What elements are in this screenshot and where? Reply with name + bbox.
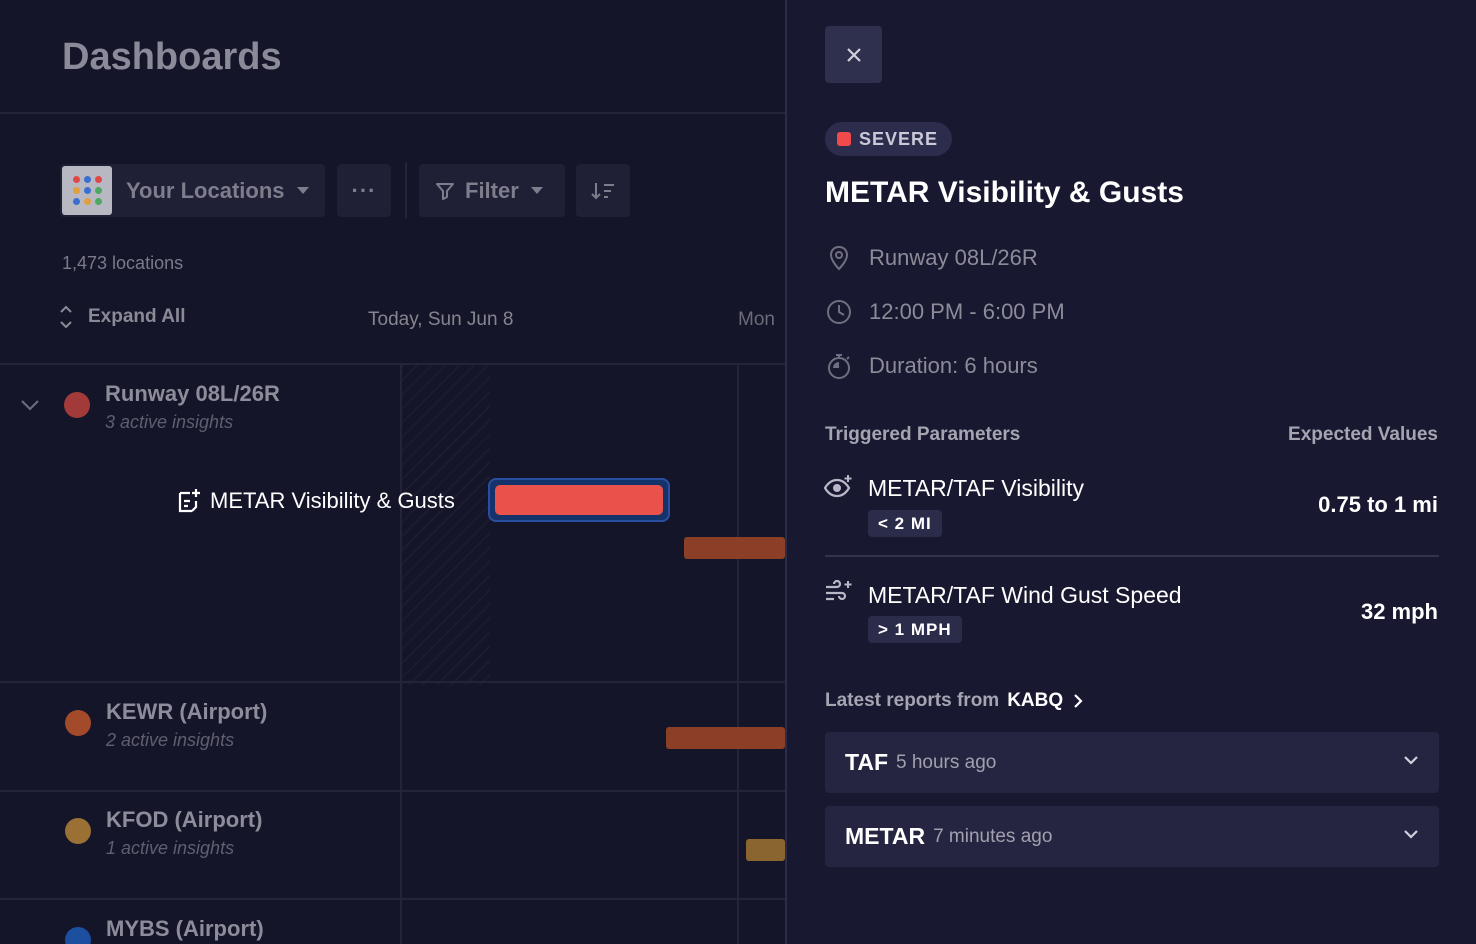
caret-down-icon: [530, 187, 543, 194]
insight-title: METAR Visibility & Gusts: [825, 176, 1184, 209]
insight-bar-fill: [495, 485, 663, 515]
your-locations-dropdown[interactable]: Your Locations: [60, 164, 325, 217]
severity-dot: [65, 818, 91, 844]
chevron-down-icon: [1404, 830, 1418, 839]
location-count: 1,473 locations: [62, 253, 184, 273]
expected-values-header: Expected Values: [1288, 424, 1438, 445]
parameter-name: METAR/TAF Visibility: [868, 475, 1084, 501]
report-age: 5 hours ago: [896, 751, 997, 773]
expected-value: 32 mph: [1360, 599, 1438, 624]
severity-badge: SEVERE: [825, 122, 953, 156]
location-name[interactable]: KEWR (Airport): [106, 699, 267, 725]
location-insight-count: 2 active insights: [106, 730, 235, 750]
station-code: KABQ: [1007, 690, 1064, 711]
caret-down-icon: [296, 187, 309, 194]
threshold-chip: > 1 MPH: [868, 616, 962, 643]
row-divider: [0, 790, 785, 792]
close-icon: [846, 47, 861, 62]
filter-button[interactable]: Filter: [419, 164, 565, 217]
past-time-hatch: [402, 365, 490, 685]
selected-insight-bar[interactable]: [488, 478, 670, 522]
insight-duration: Duration: 6 hours: [825, 352, 1038, 380]
report-accordion-taf[interactable]: TAF 5 hours ago: [825, 732, 1439, 793]
report-type: TAF: [845, 749, 889, 775]
sort-button[interactable]: [576, 164, 630, 217]
visibility-eye-icon: [823, 475, 852, 498]
insight-detail-panel: SEVERE METAR Visibility & Gusts Runway 0…: [785, 0, 1476, 944]
severity-dot: [65, 927, 91, 944]
dashboard-view: Dashboards Your Locations ··· Filter 1,4…: [0, 0, 785, 944]
locations-grid-icon: [62, 166, 112, 215]
duration-text: Duration: 6 hours: [869, 353, 1038, 378]
more-options-button[interactable]: ···: [337, 164, 391, 217]
row-divider: [0, 681, 785, 683]
insight-name: METAR Visibility & Gusts: [210, 488, 455, 513]
report-type: METAR: [845, 823, 926, 849]
sort-icon: [591, 182, 614, 199]
filter-icon: [436, 182, 454, 200]
timeline-date-next: Mon: [738, 309, 775, 330]
header-divider: [0, 112, 785, 114]
close-button[interactable]: [825, 26, 882, 83]
timeline-date-today: Today, Sun Jun 8: [368, 309, 514, 330]
parameter-divider: [825, 555, 1439, 557]
insight-sparkle-icon: [178, 489, 200, 513]
severity-dot: [64, 392, 90, 418]
report-accordion-metar[interactable]: METAR 7 minutes ago: [825, 806, 1439, 867]
expected-value: 0.75 to 1 mi: [1318, 492, 1438, 517]
latest-reports-label: Latest reports from: [825, 690, 1000, 711]
severity-dot: [65, 710, 91, 736]
insight-bar[interactable]: [746, 839, 785, 861]
insight-bar[interactable]: [666, 727, 785, 749]
triggered-parameters-header: Triggered Parameters: [825, 424, 1021, 445]
insight-location: Runway 08L/26R: [825, 244, 1038, 272]
location-insight-count: 3 active insights: [105, 412, 234, 432]
page-title: Dashboards: [62, 36, 282, 78]
app-root: Dashboards Your Locations ··· Filter 1,4…: [0, 0, 1476, 944]
expand-all-label: Expand All: [88, 306, 186, 327]
table-header-divider: [0, 363, 785, 365]
expand-all-button[interactable]: Expand All: [58, 304, 185, 330]
location-insight-count: 1 active insights: [106, 838, 235, 858]
insight-label[interactable]: METAR Visibility & Gusts: [176, 487, 455, 515]
chevron-down-icon: [1404, 756, 1418, 765]
expand-collapse-icon: [60, 305, 72, 329]
time-range-text: 12:00 PM - 6:00 PM: [869, 299, 1065, 324]
location-text: Runway 08L/26R: [869, 245, 1038, 270]
clock-icon: [827, 300, 851, 324]
location-name[interactable]: Runway 08L/26R: [105, 381, 280, 407]
chevron-down-icon[interactable]: [20, 398, 40, 412]
chevron-right-icon: [1074, 694, 1083, 708]
severity-label: SEVERE: [859, 128, 939, 149]
filter-label: Filter: [465, 177, 519, 203]
insight-bar[interactable]: [684, 537, 785, 559]
threshold-chip: < 2 MI: [868, 510, 942, 537]
map-pin-icon: [829, 245, 849, 271]
location-name[interactable]: MYBS (Airport): [106, 916, 264, 942]
row-divider: [0, 898, 785, 900]
parameter-name: METAR/TAF Wind Gust Speed: [868, 582, 1182, 608]
wind-gust-icon: [826, 579, 852, 601]
toolbar-divider: [405, 162, 407, 218]
stopwatch-icon: [828, 354, 850, 379]
timeline-gridline: [737, 365, 739, 944]
report-age: 7 minutes ago: [933, 825, 1053, 847]
latest-reports-link[interactable]: Latest reports from KABQ: [825, 690, 1083, 712]
location-name[interactable]: KFOD (Airport): [106, 807, 262, 833]
insight-time: 12:00 PM - 6:00 PM: [825, 298, 1065, 326]
locations-label: Your Locations: [126, 177, 285, 203]
severity-square-icon: [837, 132, 851, 146]
